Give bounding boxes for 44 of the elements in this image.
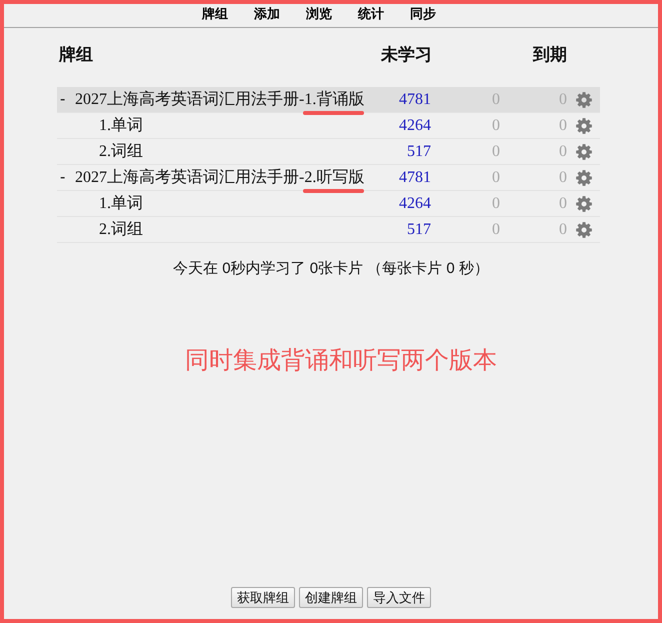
due-count: 0 bbox=[491, 168, 500, 188]
deck-name[interactable]: 2027上海高考英语词汇用法手册-1.背诵版 bbox=[75, 88, 364, 112]
collapse-toggle[interactable]: - bbox=[57, 88, 75, 112]
due-count: 0 bbox=[558, 116, 567, 136]
settings-icon[interactable] bbox=[576, 144, 592, 160]
column-header: 牌组 bbox=[58, 44, 94, 66]
new-count: 4264 bbox=[398, 194, 431, 214]
due-count: 0 bbox=[491, 142, 500, 162]
due-count: 0 bbox=[491, 194, 500, 214]
new-count: 517 bbox=[406, 142, 431, 162]
toolbar-link[interactable]: 浏览 bbox=[306, 6, 332, 22]
settings-icon[interactable] bbox=[576, 222, 592, 238]
toolbar-link[interactable]: 统计 bbox=[358, 6, 384, 22]
deck-name[interactable]: 1.单词 bbox=[99, 192, 143, 216]
column-header: 到期 bbox=[532, 44, 567, 66]
new-count: 517 bbox=[406, 220, 431, 240]
settings-icon[interactable] bbox=[576, 170, 592, 186]
get-decks-button[interactable]: 获取牌组 bbox=[231, 587, 295, 608]
column-header: 未学习 bbox=[381, 44, 431, 66]
deck-name[interactable]: 2.词组 bbox=[99, 218, 143, 242]
toolbar-link[interactable]: 同步 bbox=[410, 6, 436, 22]
toolbar-link[interactable]: 牌组 bbox=[202, 6, 228, 22]
collapse-toggle[interactable]: - bbox=[57, 166, 75, 190]
new-count: 4781 bbox=[398, 168, 431, 188]
due-count: 0 bbox=[558, 142, 567, 162]
deck-row[interactable]: - 2027上海高考英语词汇用法手册-2.听写版 4781 0 0 bbox=[57, 165, 600, 191]
due-count: 0 bbox=[558, 194, 567, 214]
new-count: 4781 bbox=[398, 90, 431, 110]
deck-name[interactable]: 2.词组 bbox=[99, 140, 143, 164]
study-stats-text: 今天在 0秒内学习了 0张卡片 （每张卡片 0 秒） bbox=[172, 259, 490, 279]
annotation-caption: 同时集成背诵和听写两个版本 bbox=[184, 346, 498, 376]
due-count: 0 bbox=[558, 220, 567, 240]
settings-icon[interactable] bbox=[576, 196, 592, 212]
toolbar-link[interactable]: 添加 bbox=[254, 6, 280, 22]
deck-name[interactable]: 1.单词 bbox=[99, 114, 143, 138]
create-deck-button[interactable]: 创建牌组 bbox=[299, 587, 363, 608]
due-count: 0 bbox=[491, 116, 500, 136]
settings-icon[interactable] bbox=[576, 92, 592, 108]
due-count: 0 bbox=[491, 220, 500, 240]
new-count: 4264 bbox=[398, 116, 431, 136]
deck-name[interactable]: 2027上海高考英语词汇用法手册-2.听写版 bbox=[75, 166, 364, 190]
due-count: 0 bbox=[558, 168, 567, 188]
import-file-button[interactable]: 导入文件 bbox=[367, 587, 431, 608]
settings-icon[interactable] bbox=[576, 118, 592, 134]
